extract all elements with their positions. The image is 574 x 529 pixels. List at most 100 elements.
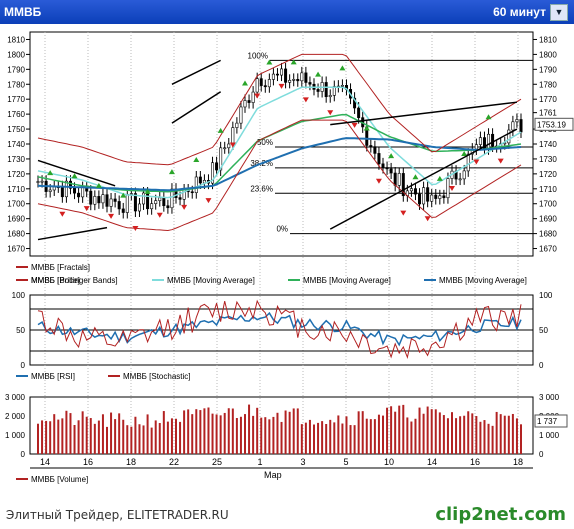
volume-bar — [175, 418, 177, 454]
volume-bar — [313, 424, 315, 454]
price-candle — [381, 163, 385, 168]
price-candle — [81, 187, 85, 198]
price-candle — [458, 178, 462, 181]
chevron-down-icon[interactable]: ▼ — [550, 4, 568, 21]
rsi-tick-label: 50 — [539, 326, 548, 335]
price-candle — [478, 137, 482, 145]
x-tick-label: 16 — [470, 457, 480, 467]
volume-bar — [268, 419, 271, 454]
volume-bar — [345, 416, 348, 454]
price-candle — [434, 194, 438, 199]
volume-bar — [219, 415, 222, 454]
price-candle — [162, 197, 166, 207]
volume-bar — [471, 413, 474, 454]
price-candle — [422, 187, 426, 205]
price-candle — [247, 100, 251, 103]
price-candle — [393, 172, 397, 186]
volume-bar — [422, 413, 425, 454]
volume-bar — [382, 415, 384, 454]
volume-bar — [170, 418, 173, 454]
volume-bar — [227, 408, 230, 454]
price-candle — [73, 187, 77, 194]
volume-bar — [272, 416, 275, 454]
volume-bar — [187, 409, 190, 454]
rsi-tick-label: 50 — [16, 326, 25, 335]
volume-bar — [373, 419, 376, 454]
last-price-label: 1753.19 — [537, 120, 566, 129]
price-candle — [519, 119, 523, 133]
volume-bar — [329, 419, 332, 454]
month-label: Мар — [264, 470, 282, 480]
volume-bar — [49, 421, 52, 454]
volume-bar — [106, 426, 108, 454]
volume-bar — [41, 420, 44, 454]
volume-bar — [426, 406, 429, 454]
volume-bar — [158, 423, 161, 454]
price-candle — [442, 195, 446, 199]
y-tick-label: 1770 — [7, 95, 25, 104]
volume-bar — [93, 423, 96, 454]
volume-bar — [459, 416, 462, 454]
price-candle — [292, 79, 296, 81]
volume-bar — [333, 422, 336, 454]
volume-tick-label: 0 — [21, 450, 26, 459]
volume-bar — [211, 413, 214, 454]
fib-level-label: 0% — [276, 225, 288, 234]
x-tick-label: 18 — [126, 457, 136, 467]
price-candle — [515, 119, 519, 123]
price-candle — [328, 95, 332, 98]
price-candle — [462, 170, 466, 180]
y-tick-label: 1720 — [539, 170, 557, 179]
volume-bar — [357, 411, 360, 454]
y-tick-label: 1730 — [7, 155, 25, 164]
price-candle — [239, 106, 243, 124]
timeframe-label[interactable]: 60 минут — [493, 5, 546, 19]
volume-bar — [353, 425, 356, 454]
price-candle — [113, 198, 117, 202]
price-candle — [125, 194, 129, 213]
price-candle — [251, 91, 255, 103]
volume-bar — [495, 411, 498, 454]
y-tick-label: 1690 — [7, 215, 25, 224]
price-candle — [271, 73, 275, 80]
volume-bar — [154, 420, 157, 454]
volume-bar — [487, 423, 490, 454]
volume-bar — [73, 424, 76, 454]
price-candle — [101, 194, 105, 204]
volume-bar — [455, 418, 458, 454]
volume-bar — [101, 414, 104, 454]
legend-label: ММВБ [RSI] — [31, 372, 75, 381]
volume-bar — [402, 404, 405, 454]
volume-bar — [292, 408, 295, 454]
price-candle — [77, 192, 81, 198]
price-candle — [385, 167, 389, 170]
legend-label: ММВБ [Volume] — [31, 475, 88, 484]
price-candle — [154, 200, 158, 204]
y-tick-label: 1780 — [7, 80, 25, 89]
volume-bar — [126, 425, 129, 454]
legend-label: ММВБ [Moving Average] — [303, 276, 391, 285]
volume-tick-label: 2 000 — [5, 412, 26, 421]
volume-bar — [65, 410, 68, 454]
y-tick-label: 1790 — [539, 65, 557, 74]
volume-bar — [410, 421, 413, 454]
volume-bar — [446, 418, 449, 454]
volume-bar — [142, 425, 145, 454]
legend-label: ММВБ [Stochastic] — [123, 372, 191, 381]
price-candle — [190, 191, 194, 194]
volume-bar — [365, 418, 368, 454]
price-candle — [178, 197, 182, 200]
volume-bar — [438, 412, 441, 454]
price-candle — [137, 203, 141, 212]
volume-bar — [451, 412, 453, 454]
y-tick-label: 1710 — [539, 185, 557, 194]
price-candle — [194, 176, 198, 193]
price-candle — [36, 181, 40, 183]
legend-label: ММВБ [Bollinger Bands] — [31, 276, 118, 285]
legend-label: ММВБ [Fractals] — [31, 263, 90, 272]
price-candle — [377, 153, 381, 165]
volume-bar — [61, 418, 64, 454]
volume-bar — [203, 408, 206, 454]
price-candle — [150, 203, 154, 210]
price-candle — [340, 85, 344, 87]
